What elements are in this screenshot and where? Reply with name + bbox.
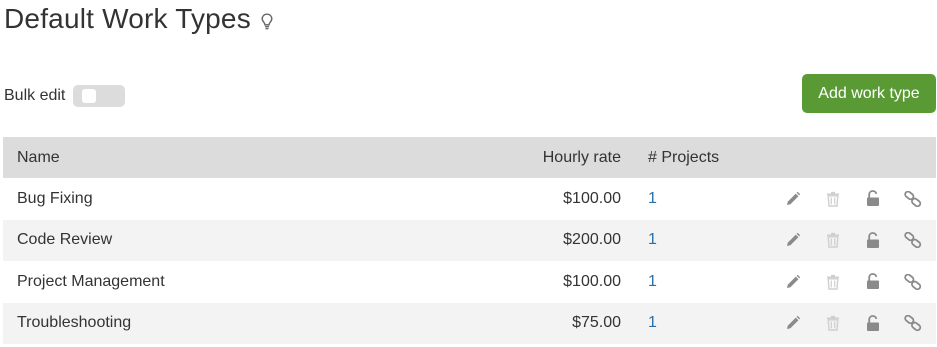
trash-icon <box>813 313 853 333</box>
trash-icon <box>813 189 853 209</box>
bulk-edit-control: Bulk edit <box>4 84 126 108</box>
trash-icon <box>813 272 853 292</box>
work-type-name: Code Review <box>17 231 113 249</box>
page-header: Default Work Types <box>4 2 273 36</box>
work-types-table: Name Hourly rate # Projects Bug Fixing $… <box>3 137 936 344</box>
row-actions <box>773 230 933 250</box>
projects-count-link[interactable]: 1 <box>648 231 657 248</box>
link-icon[interactable] <box>893 272 933 292</box>
pencil-icon[interactable] <box>773 230 813 250</box>
row-actions <box>773 313 933 333</box>
page-title: Default Work Types <box>4 3 251 34</box>
unlock-icon[interactable] <box>853 272 893 292</box>
link-icon[interactable] <box>893 189 933 209</box>
table-row: Bug Fixing $100.00 1 <box>3 178 936 220</box>
hourly-rate-value: $75.00 <box>572 314 621 332</box>
column-header-hourly-rate[interactable]: Hourly rate <box>470 149 621 167</box>
link-icon[interactable] <box>893 230 933 250</box>
table-header: Name Hourly rate # Projects <box>3 137 936 178</box>
hourly-rate-value: $100.00 <box>563 189 621 207</box>
pencil-icon[interactable] <box>773 272 813 292</box>
trash-icon <box>813 230 853 250</box>
bulk-edit-toggle[interactable] <box>73 85 126 107</box>
add-work-type-button[interactable]: Add work type <box>802 74 936 113</box>
work-type-name: Project Management <box>17 272 165 290</box>
pencil-icon[interactable] <box>773 189 813 209</box>
pencil-icon[interactable] <box>773 313 813 333</box>
bulk-edit-label: Bulk edit <box>4 87 66 104</box>
lightbulb-icon[interactable] <box>261 13 273 31</box>
projects-count-link[interactable]: 1 <box>648 314 657 331</box>
column-header-projects[interactable]: # Projects <box>621 149 773 167</box>
table-row: Code Review $200.00 1 <box>3 219 936 261</box>
work-type-name: Bug Fixing <box>17 189 93 207</box>
hourly-rate-value: $200.00 <box>563 231 621 249</box>
row-actions <box>773 272 933 292</box>
column-header-name[interactable]: Name <box>3 149 470 167</box>
link-icon[interactable] <box>893 313 933 333</box>
unlock-icon[interactable] <box>853 230 893 250</box>
toggle-knob <box>82 89 97 103</box>
projects-count-link[interactable]: 1 <box>648 273 657 290</box>
table-row: Troubleshooting $75.00 1 <box>3 302 936 344</box>
work-type-name: Troubleshooting <box>17 314 132 332</box>
hourly-rate-value: $100.00 <box>563 272 621 290</box>
row-actions <box>773 189 933 209</box>
projects-count-link[interactable]: 1 <box>648 190 657 207</box>
unlock-icon[interactable] <box>853 313 893 333</box>
table-row: Project Management $100.00 1 <box>3 261 936 303</box>
unlock-icon[interactable] <box>853 189 893 209</box>
